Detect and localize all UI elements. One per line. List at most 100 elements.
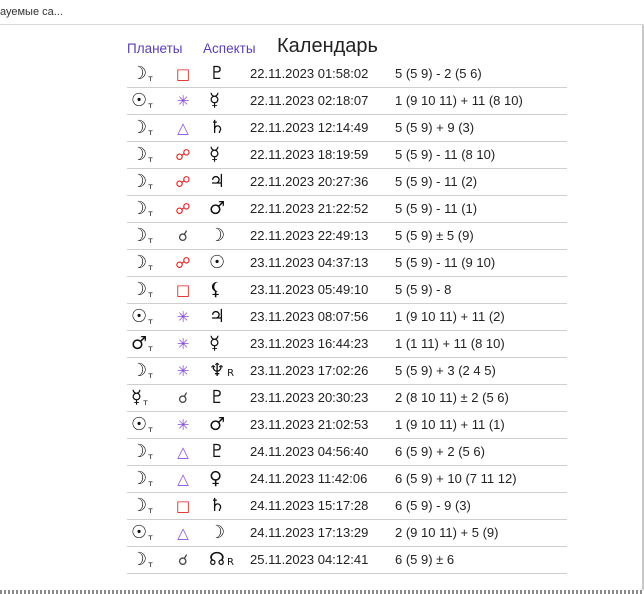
planet-glyph: ♄ bbox=[209, 117, 226, 138]
planet-glyph: ☽ bbox=[131, 549, 148, 570]
transit-planet-icon: ☉т bbox=[131, 412, 153, 438]
planet-glyph: ♂ bbox=[209, 414, 226, 435]
transit-planet-icon: ☽т bbox=[131, 115, 153, 141]
table-row: ☽т ✳ ♆ R 23.11.2023 17:02:26 5 (5 9) + 3 (2 4… bbox=[127, 358, 567, 385]
transit-marker: т bbox=[148, 182, 153, 191]
transit-marker: т bbox=[148, 506, 153, 515]
planet-glyph: ♀ bbox=[209, 468, 223, 489]
table-row: ☽т △ ♇ 24.11.2023 04:56:40 6 (5 9) + 2 (5 6) bbox=[127, 439, 567, 466]
target-planet-icon: ☊ R bbox=[209, 547, 234, 573]
transit-planet-icon: ☽т bbox=[131, 223, 153, 249]
planet-glyph: ☽ bbox=[131, 360, 148, 381]
opposition-aspect-icon: ☍ bbox=[175, 173, 191, 191]
aspect-datetime: 22.11.2023 12:14:49 bbox=[250, 120, 369, 135]
target-planet-icon: ♇ bbox=[209, 61, 227, 87]
retrograde-marker: R bbox=[227, 557, 234, 568]
transit-marker: т bbox=[143, 398, 148, 407]
transit-marker: т bbox=[148, 371, 153, 380]
planet-glyph: ♂ bbox=[209, 198, 226, 219]
house-positions: 5 (5 9) - 8 bbox=[395, 282, 452, 297]
retrograde-marker: R bbox=[227, 368, 235, 379]
house-positions: 2 (8 10 11) ± 2 (5 6) bbox=[395, 390, 509, 405]
planet-glyph: ☽ bbox=[131, 198, 148, 219]
opposition-aspect-icon: ☍ bbox=[175, 200, 191, 218]
planet-glyph: ⚸ bbox=[209, 279, 223, 300]
transit-marker: т bbox=[148, 425, 153, 434]
table-row: ☽т ☍ ♃ 22.11.2023 20:27:36 5 (5 9) - 11 (2) bbox=[127, 169, 567, 196]
table-row: ☽т ☍ ♂ 22.11.2023 21:22:52 5 (5 9) - 11 (1) bbox=[127, 196, 567, 223]
planet-glyph: ☽ bbox=[131, 495, 148, 516]
house-positions: 1 (9 10 11) + 11 (2) bbox=[395, 309, 505, 324]
nav-link-aspects[interactable]: Аспекты bbox=[203, 41, 256, 56]
house-positions: 1 (9 10 11) + 11 (8 10) bbox=[395, 93, 523, 108]
planet-glyph: ☽ bbox=[131, 171, 148, 192]
aspect-datetime: 24.11.2023 04:56:40 bbox=[250, 444, 369, 459]
transit-planet-icon: ☽т bbox=[131, 277, 153, 303]
transit-marker: т bbox=[148, 74, 153, 83]
aspect-datetime: 23.11.2023 20:30:23 bbox=[250, 390, 369, 405]
transit-planet-icon: ☽т bbox=[131, 196, 153, 222]
trine-aspect-icon: △ bbox=[177, 470, 189, 488]
target-planet-icon: ♇ bbox=[209, 439, 227, 465]
target-planet-icon: ♇ bbox=[209, 385, 227, 411]
house-positions: 5 (5 9) - 11 (8 10) bbox=[395, 147, 496, 162]
transit-planet-icon: ☽т bbox=[131, 142, 153, 168]
planet-glyph: ♃ bbox=[209, 306, 226, 327]
transit-planet-icon: ☽т bbox=[131, 61, 153, 87]
planet-glyph: ♃ bbox=[209, 171, 226, 192]
target-planet-icon: ♀ bbox=[209, 466, 224, 492]
house-positions: 1 (1 11) + 11 (8 10) bbox=[395, 336, 505, 351]
aspect-datetime: 22.11.2023 21:22:52 bbox=[250, 201, 369, 216]
opposition-aspect-icon: ☍ bbox=[175, 146, 191, 164]
square-aspect-icon: □ bbox=[175, 65, 191, 83]
target-planet-icon: ♂ bbox=[209, 412, 227, 438]
table-row: ☽т □ ⚸ 23.11.2023 05:49:10 5 (5 9) - 8 bbox=[127, 277, 567, 304]
house-positions: 5 (5 9) - 11 (9 10) bbox=[395, 255, 496, 270]
house-positions: 5 (5 9) - 11 (2) bbox=[395, 174, 478, 189]
target-planet-icon: ☿ bbox=[209, 331, 222, 357]
house-positions: 6 (5 9) ± 6 bbox=[395, 552, 455, 567]
planet-glyph: ☽ bbox=[131, 117, 148, 138]
aspect-datetime: 23.11.2023 05:49:10 bbox=[250, 282, 369, 297]
table-row: ☽т ☍ ☿ 22.11.2023 18:19:59 5 (5 9) - 11 (8 1… bbox=[127, 142, 567, 169]
aspect-datetime: 23.11.2023 16:44:23 bbox=[250, 336, 369, 351]
bookmark-item[interactable]: ауемые са... bbox=[0, 6, 63, 18]
transit-marker: т bbox=[148, 452, 153, 461]
planet-glyph: ☉ bbox=[131, 306, 148, 327]
transit-planet-icon: ☽т bbox=[131, 466, 153, 492]
transit-planet-icon: ☿т bbox=[131, 385, 148, 411]
planet-glyph: ♇ bbox=[209, 63, 226, 84]
target-planet-icon: ♆ R bbox=[209, 358, 234, 384]
target-planet-icon: ☉ bbox=[209, 250, 227, 276]
aspect-datetime: 23.11.2023 04:37:13 bbox=[250, 255, 369, 270]
target-planet-icon: ♄ bbox=[209, 493, 227, 519]
transit-marker: т bbox=[148, 101, 153, 110]
planet-glyph: ☽ bbox=[131, 441, 148, 462]
square-aspect-icon: □ bbox=[175, 497, 191, 515]
table-row: ☉т ✳ ☿ 22.11.2023 02:18:07 1 (9 10 11) + 11 … bbox=[127, 88, 567, 115]
aspect-datetime: 24.11.2023 17:13:29 bbox=[250, 525, 369, 540]
trine-aspect-icon: △ bbox=[177, 119, 189, 137]
sextile-aspect-icon: ✳ bbox=[176, 416, 190, 434]
table-row: ☿т ☌ ♇ 23.11.2023 20:30:23 2 (8 10 11) ± 2 (… bbox=[127, 385, 567, 412]
house-positions: 6 (5 9) + 2 (5 6) bbox=[395, 444, 485, 459]
conjunction-aspect-icon: ☌ bbox=[177, 551, 189, 569]
house-positions: 5 (5 9) - 11 (1) bbox=[395, 201, 478, 216]
table-row: ☽т □ ♄ 24.11.2023 15:17:28 6 (5 9) - 9 (3) bbox=[127, 493, 567, 520]
planet-glyph: ☉ bbox=[209, 252, 226, 273]
target-planet-icon: ♃ bbox=[209, 304, 227, 330]
house-positions: 2 (9 10 11) + 5 (9) bbox=[395, 525, 499, 540]
transit-planet-icon: ☽т bbox=[131, 358, 153, 384]
nav-link-planets[interactable]: Планеты bbox=[127, 41, 183, 56]
table-row: ☽т ☌ ☽ 22.11.2023 22:49:13 5 (5 9) ± 5 (9) bbox=[127, 223, 567, 250]
table-row: ☉т ✳ ♃ 23.11.2023 08:07:56 1 (9 10 11) + 11 … bbox=[127, 304, 567, 331]
planet-glyph: ♇ bbox=[209, 441, 226, 462]
transit-marker: т bbox=[148, 560, 153, 569]
target-planet-icon: ☿ bbox=[209, 142, 222, 168]
planet-glyph: ☽ bbox=[131, 252, 148, 273]
sextile-aspect-icon: ✳ bbox=[176, 335, 190, 353]
target-planet-icon: ♃ bbox=[209, 169, 227, 195]
house-positions: 5 (5 9) + 9 (3) bbox=[395, 120, 475, 135]
sextile-aspect-icon: ✳ bbox=[176, 362, 190, 380]
transit-planet-icon: ☽т bbox=[131, 250, 153, 276]
